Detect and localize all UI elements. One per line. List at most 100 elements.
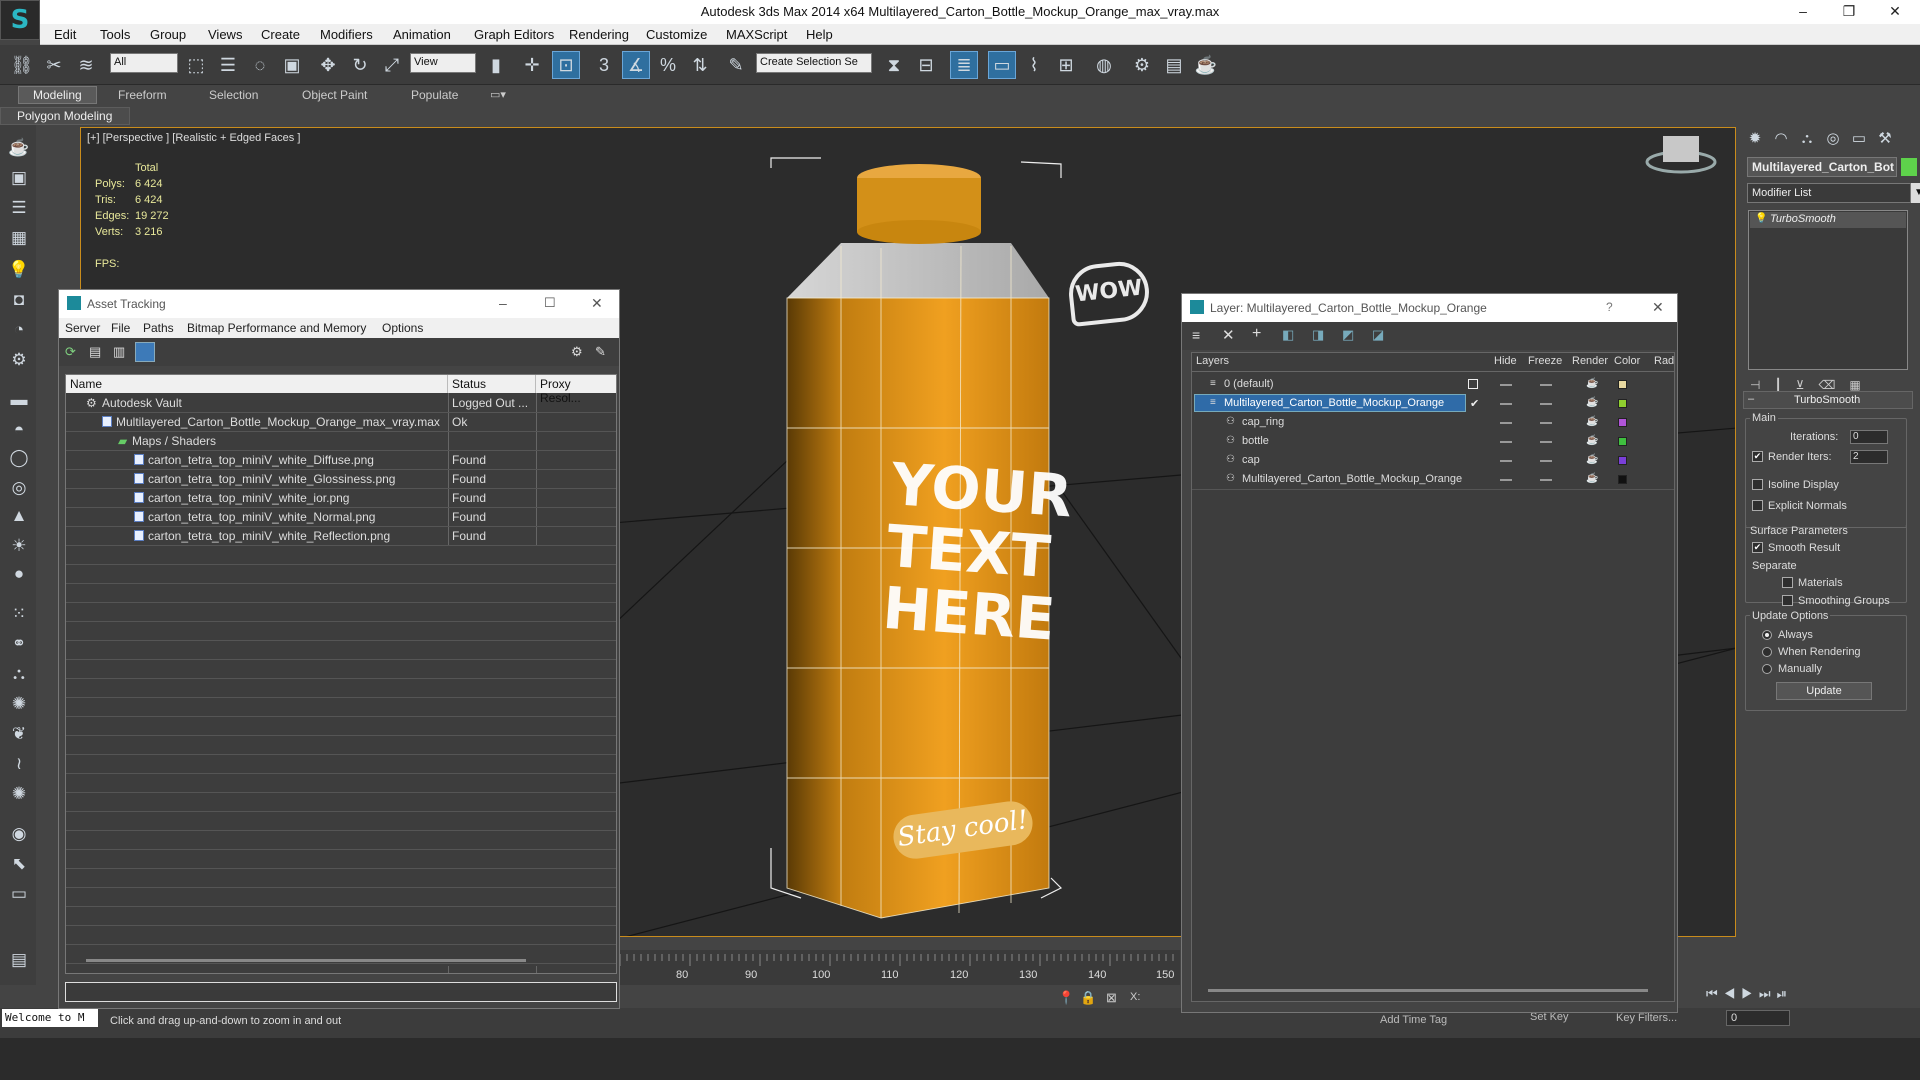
schematic-view-icon[interactable]: ⊞ bbox=[1052, 51, 1080, 79]
move-icon[interactable]: ✥ bbox=[314, 51, 342, 79]
thumbnail-view-icon[interactable]: ▥ bbox=[113, 344, 125, 360]
minimize-button[interactable]: – bbox=[1780, 0, 1826, 24]
menu-options[interactable]: Options bbox=[382, 321, 423, 335]
render-teapot-icon[interactable]: ☕ bbox=[1586, 397, 1598, 408]
layer-row[interactable]: ≡ Multilayered_Carton_Bottle_Mockup_Oran… bbox=[1192, 394, 1674, 413]
layer-row[interactable]: ⚇ cap ☕ bbox=[1192, 451, 1674, 470]
scale-icon[interactable]: ⤢ bbox=[378, 51, 406, 79]
edit-named-selection-icon[interactable]: ✎ bbox=[722, 51, 750, 79]
layer-manager-icon[interactable]: ≣ bbox=[950, 51, 978, 79]
layer-color-swatch[interactable] bbox=[1618, 456, 1627, 465]
sun-icon[interactable]: ☀ bbox=[6, 533, 32, 559]
menu-views[interactable]: Views bbox=[208, 27, 242, 42]
lock-selection-icon[interactable]: 📍 bbox=[1058, 990, 1074, 1006]
always-radio[interactable] bbox=[1762, 630, 1772, 640]
menu-rendering[interactable]: Rendering bbox=[569, 27, 629, 42]
manually-radio[interactable] bbox=[1762, 664, 1772, 674]
layer-window-title[interactable]: Layer: Multilayered_Carton_Bottle_Mockup… bbox=[1182, 294, 1677, 322]
spinner-snap-icon[interactable]: ⇅ bbox=[686, 51, 714, 79]
render-teapot-icon[interactable]: ☕ bbox=[1586, 416, 1598, 427]
plant-icon[interactable]: ❦ bbox=[6, 721, 32, 747]
save-icon[interactable]: ▤ bbox=[6, 947, 32, 973]
column-header-color[interactable]: Color bbox=[1614, 355, 1640, 367]
render-teapot-icon[interactable]: ☕ bbox=[1586, 378, 1598, 389]
smooth-result-checkbox[interactable]: ✔ bbox=[1752, 542, 1763, 553]
render-setup-icon[interactable]: ⚙ bbox=[1128, 51, 1156, 79]
select-objects-icon[interactable]: ◧ bbox=[1282, 327, 1294, 343]
menu-modifiers[interactable]: Modifiers bbox=[320, 27, 373, 42]
column-header-status[interactable]: Status bbox=[448, 375, 536, 393]
teapot-icon[interactable]: ☕ bbox=[6, 135, 32, 161]
layer-color-swatch[interactable] bbox=[1618, 380, 1627, 389]
tab-modeling[interactable]: Modeling bbox=[18, 86, 97, 104]
polygon-modeling-panel[interactable]: Polygon Modeling bbox=[0, 107, 130, 125]
selection-filter-dropdown[interactable]: All bbox=[110, 53, 178, 73]
tab-object-paint[interactable]: Object Paint bbox=[302, 88, 367, 102]
viewport-label[interactable]: [+] [Perspective ] [Realistic + Edged Fa… bbox=[87, 132, 300, 144]
add-time-tag[interactable]: Add Time Tag bbox=[1380, 1014, 1447, 1026]
torus-icon[interactable]: ◎ bbox=[6, 475, 32, 501]
close-icon[interactable]: ✕ bbox=[591, 295, 603, 312]
column-header-layers[interactable]: Layers bbox=[1196, 355, 1229, 367]
menu-group[interactable]: Group bbox=[150, 27, 186, 42]
motion-tab-icon[interactable]: ◎ bbox=[1822, 127, 1844, 149]
gear-icon[interactable]: ⚙ bbox=[6, 347, 32, 373]
rotate-icon[interactable]: ↻ bbox=[346, 51, 374, 79]
layer-row[interactable]: ⚇ cap_ring ☕ bbox=[1192, 413, 1674, 432]
ribbon-options-icon[interactable]: ▭▾ bbox=[490, 88, 506, 101]
cone-icon[interactable]: ▲ bbox=[6, 503, 32, 529]
ribbon-toggle-icon[interactable]: ▭ bbox=[988, 51, 1016, 79]
menu-edit[interactable]: Edit bbox=[54, 27, 76, 42]
table-row[interactable]: carton_tetra_top_miniV_white_ior.png Foun… bbox=[66, 489, 616, 508]
hierarchy-tab-icon[interactable]: ⛬ bbox=[1796, 127, 1818, 149]
angle-snap-icon[interactable]: ∡ bbox=[622, 51, 650, 79]
help-icon[interactable]: ? bbox=[1606, 300, 1613, 314]
modify-tab-icon[interactable]: ◠ bbox=[1770, 127, 1792, 149]
asset-tracking-title[interactable]: Asset Tracking bbox=[59, 290, 619, 318]
object-color-swatch[interactable] bbox=[1901, 158, 1917, 176]
helpers-icon[interactable]: ◔ bbox=[6, 317, 32, 343]
column-header-name[interactable]: Name bbox=[66, 375, 448, 393]
tab-populate[interactable]: Populate bbox=[411, 88, 458, 102]
menu-tools[interactable]: Tools bbox=[100, 27, 130, 42]
display-tab-icon[interactable]: ▭ bbox=[1848, 127, 1870, 149]
column-header-freeze[interactable]: Freeze bbox=[1528, 355, 1562, 367]
menu-file[interactable]: File bbox=[111, 321, 130, 335]
particles-icon[interactable]: ⁙ bbox=[6, 601, 32, 627]
reference-coordinate-dropdown[interactable]: View bbox=[410, 53, 476, 73]
layer-row[interactable]: ⚇ bottle ☕ bbox=[1192, 432, 1674, 451]
table-row[interactable]: Multilayered_Carton_Bottle_Mockup_Orange… bbox=[66, 413, 616, 432]
layer-color-swatch[interactable] bbox=[1618, 418, 1627, 427]
render-teapot-icon[interactable]: ☕ bbox=[1586, 435, 1598, 446]
cursor-icon[interactable]: ⬉ bbox=[6, 851, 32, 877]
table-row[interactable]: ⚙ Autodesk Vault Logged Out ... bbox=[66, 394, 616, 413]
rollout-collapse-icon[interactable]: – bbox=[1748, 393, 1754, 405]
help-icon[interactable]: ⚙ bbox=[571, 344, 583, 360]
modifier-stack[interactable]: TurboSmooth 💡 bbox=[1748, 210, 1908, 370]
asset-path-field[interactable] bbox=[65, 982, 617, 1002]
layer-color-swatch[interactable] bbox=[1618, 399, 1627, 408]
settings-icon[interactable]: ✎ bbox=[595, 344, 606, 360]
horizontal-scrollbar[interactable] bbox=[86, 959, 526, 962]
render-icon[interactable]: ▣ bbox=[6, 165, 32, 191]
table-row[interactable]: carton_tetra_top_miniV_white_Reflection.… bbox=[66, 527, 616, 546]
align-icon[interactable]: ⊟ bbox=[912, 51, 940, 79]
new-layer-icon[interactable]: ≡ bbox=[1192, 327, 1200, 343]
render-teapot-icon[interactable]: ☕ bbox=[1586, 473, 1598, 484]
tab-selection[interactable]: Selection bbox=[209, 88, 258, 102]
close-button[interactable]: ✕ bbox=[1872, 0, 1918, 24]
select-manipulate-icon[interactable]: ✛ bbox=[518, 51, 546, 79]
unlink-icon[interactable]: ✂ bbox=[40, 51, 68, 79]
create-tab-icon[interactable]: ✹ bbox=[1744, 127, 1766, 149]
menu-maxscript[interactable]: MAXScript bbox=[726, 27, 787, 42]
menu-animation[interactable]: Animation bbox=[393, 27, 451, 42]
materials-checkbox[interactable] bbox=[1782, 577, 1793, 588]
snaps-toggle-icon[interactable]: 3 bbox=[590, 51, 618, 79]
current-layer-indicator[interactable] bbox=[1468, 379, 1478, 389]
layer-color-swatch[interactable] bbox=[1618, 475, 1627, 484]
freeze-all-icon[interactable]: ◪ bbox=[1372, 327, 1384, 343]
monitor-icon[interactable]: ▭ bbox=[6, 881, 32, 907]
column-header-render[interactable]: Render bbox=[1572, 355, 1608, 367]
add-to-layer-icon[interactable]: + bbox=[1252, 325, 1261, 343]
camera-icon[interactable]: ◘ bbox=[6, 287, 32, 313]
